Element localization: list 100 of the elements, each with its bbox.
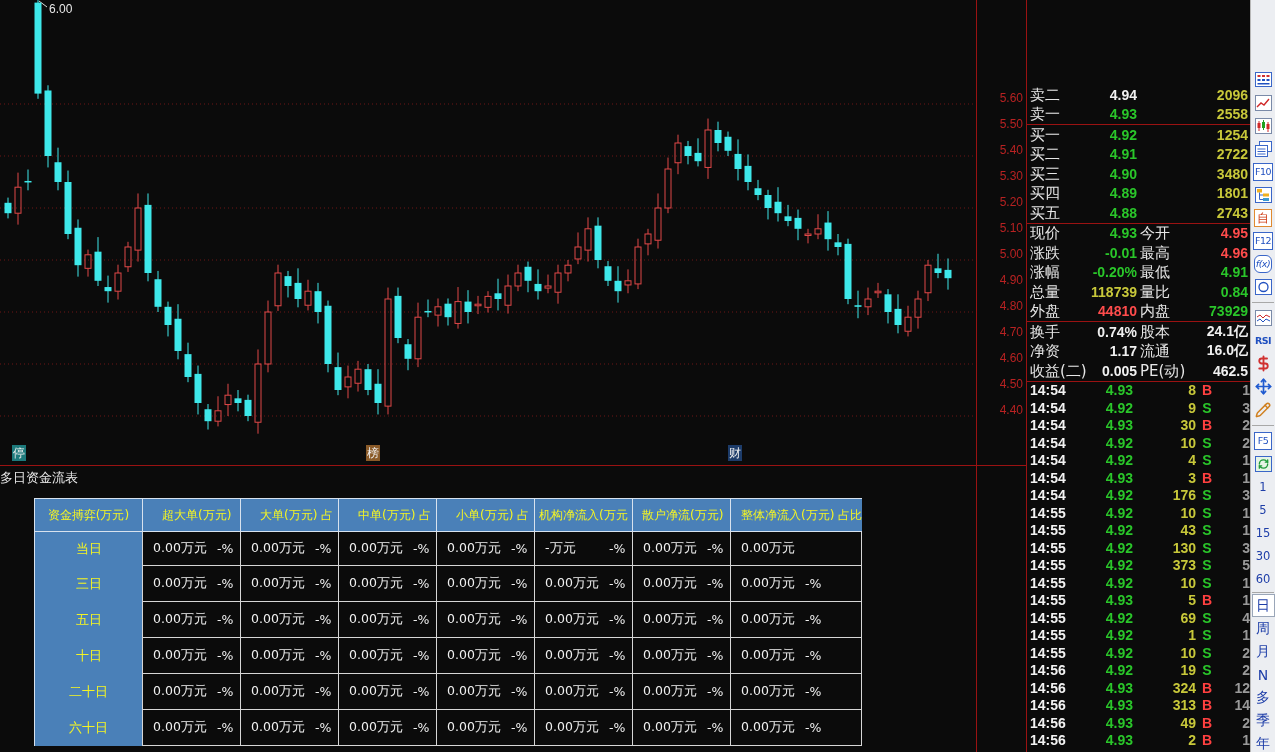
event-marker[interactable]: 停 <box>12 445 26 461</box>
trade-time: 14:54 <box>1030 417 1067 434</box>
trade-count: 5 <box>1242 557 1250 574</box>
line-chart-icon[interactable] <box>1254 94 1272 111</box>
trade-price: 4.92 <box>1105 504 1133 521</box>
amount-value: 0.00万元 <box>741 647 795 664</box>
trade-volume: 3 <box>1188 469 1196 486</box>
period-button[interactable]: 周 <box>1251 617 1275 640</box>
quote-label: 最低 <box>1140 263 1170 282</box>
trade-time: 14:54 <box>1030 469 1067 486</box>
order-price: 4.93 <box>1109 106 1137 123</box>
quote-label: 涨幅 <box>1030 263 1060 282</box>
period-button[interactable]: 30 <box>1251 544 1275 567</box>
trade-volume: 373 <box>1172 557 1196 574</box>
trade-time: 14:55 <box>1030 627 1067 644</box>
quote-label: 现价 <box>1030 224 1060 243</box>
trade-side: S <box>1202 609 1212 626</box>
trade-price: 4.93 <box>1105 732 1133 749</box>
trade-volume: 4 <box>1188 452 1196 469</box>
amount-value: 0.00万元 <box>545 575 599 592</box>
quote-value: 4.93 <box>1109 225 1137 242</box>
trade-time: 14:56 <box>1030 714 1067 731</box>
trade-price: 4.93 <box>1105 382 1133 399</box>
trade-price: 4.93 <box>1105 592 1133 609</box>
period-button[interactable]: 季 <box>1251 709 1275 732</box>
period-button[interactable]: 月 <box>1251 640 1275 663</box>
windows-icon[interactable] <box>1254 140 1272 157</box>
row-header: 十日 <box>34 638 142 674</box>
amount-value: 0.00万元 <box>741 683 795 700</box>
period-button[interactable]: 日 <box>1251 594 1275 617</box>
column-title: 资金搏弈(万元) <box>47 506 130 524</box>
period-button[interactable]: 60 <box>1251 567 1275 590</box>
price-label: 4.60 <box>999 351 1023 367</box>
share-value: -% <box>609 684 626 699</box>
toolbar-button[interactable]: F10 <box>1252 162 1274 181</box>
refresh-icon[interactable] <box>1254 455 1272 472</box>
amount-value: 0.00万元 <box>153 683 207 700</box>
trade-time: 14:56 <box>1030 662 1067 679</box>
quote-value: 24.1亿 <box>1206 322 1248 341</box>
period-button[interactable]: 年 <box>1251 732 1275 752</box>
share-value: -% <box>511 720 528 735</box>
share-value: -% <box>609 648 626 663</box>
toolbar-button[interactable]: F5 <box>1254 431 1272 450</box>
trade-count: 1 <box>1242 382 1250 399</box>
trade-time: 14:56 <box>1030 679 1067 696</box>
period-button[interactable]: N <box>1251 663 1275 686</box>
quote-value: 73929 <box>1209 303 1248 320</box>
toolbar-button[interactable]: RSI <box>1253 331 1273 350</box>
share-value: -% <box>217 684 234 699</box>
event-marker[interactable]: 榜 <box>366 445 380 461</box>
trade-volume: 8 <box>1188 382 1196 399</box>
circle-icon[interactable] <box>1254 278 1272 295</box>
trade-price: 4.92 <box>1105 539 1133 556</box>
hierarchy-icon[interactable] <box>1254 186 1272 203</box>
trade-time: 14:55 <box>1030 504 1067 521</box>
period-button[interactable]: 多 <box>1251 686 1275 709</box>
trade-volume: 49 <box>1180 714 1196 731</box>
quote-label: 今开 <box>1140 224 1170 243</box>
share-value: -% <box>511 541 528 556</box>
trade-side: S <box>1202 539 1212 556</box>
share-value: -% <box>413 684 430 699</box>
trade-side: S <box>1202 627 1212 644</box>
toolbar-button[interactable]: f(x) <box>1253 254 1273 273</box>
share-value: -% <box>315 612 332 627</box>
candlestick-icon[interactable] <box>1254 117 1272 134</box>
event-marker[interactable]: 财 <box>728 445 742 461</box>
price-label: 5.60 <box>999 91 1023 107</box>
trade-time: 14:54 <box>1030 434 1067 451</box>
pencil-icon[interactable] <box>1255 401 1271 418</box>
trade-side: B <box>1201 469 1213 486</box>
amount-value: 0.00万元 <box>251 719 305 736</box>
toolbar-button[interactable]: 自 <box>1254 208 1272 227</box>
order-label: 买一 <box>1030 125 1061 144</box>
trade-count: 3 <box>1242 539 1250 556</box>
price-label: 5.00 <box>999 247 1023 263</box>
quote-value: 16.0亿 <box>1206 342 1248 361</box>
trade-side: B <box>1201 714 1213 731</box>
price-label: 5.40 <box>999 143 1023 159</box>
move-icon[interactable] <box>1254 378 1272 395</box>
trade-side: S <box>1202 522 1212 539</box>
trade-volume: 5 <box>1188 592 1196 609</box>
period-button[interactable]: 1 <box>1251 475 1275 498</box>
quote-label: 换手 <box>1030 322 1060 341</box>
share-value: -% <box>511 648 528 663</box>
toolbar-button[interactable]: F12 <box>1252 231 1274 250</box>
share-value: -% <box>315 684 332 699</box>
quote-value: 1.17 <box>1109 343 1137 360</box>
table-icon[interactable] <box>1254 72 1272 87</box>
column-title: 小单(万元) 占 <box>456 506 530 524</box>
order-volume: 2558 <box>1216 106 1248 123</box>
quote-value: 44810 <box>1098 303 1137 320</box>
quote-value: 4.95 <box>1220 225 1248 242</box>
trade-volume: 43 <box>1180 522 1196 539</box>
period-button[interactable]: 5 <box>1251 498 1275 521</box>
amount-value: 0.00万元 <box>643 719 697 736</box>
period-button[interactable]: 15 <box>1251 521 1275 544</box>
trade-time: 14:55 <box>1030 539 1067 556</box>
wave-chart-icon[interactable] <box>1254 309 1272 326</box>
trade-count: 1 <box>1242 522 1250 539</box>
quote-value: 462.5 <box>1212 362 1248 379</box>
